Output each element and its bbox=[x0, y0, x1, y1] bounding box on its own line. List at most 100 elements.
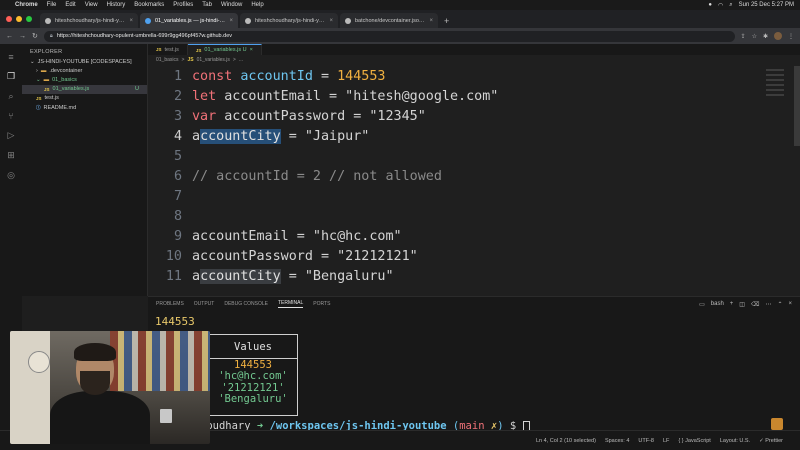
code-line[interactable]: 2 let accountEmail = "hitesh@google.com" bbox=[148, 86, 788, 106]
extensions-icon[interactable]: ⊞ bbox=[7, 150, 15, 161]
terminal-output-line: 144553 bbox=[155, 315, 195, 328]
back-icon[interactable]: ← bbox=[6, 33, 13, 40]
status-cursor-position[interactable]: Ln 4, Col 2 (10 selected) bbox=[536, 438, 596, 444]
workspace-root[interactable]: ⌄ JS-HINDI-YOUTUBE [CODESPACES] bbox=[22, 57, 147, 66]
menubar-status-area: ● ◠ ⌕ Sun 25 Dec 5:27 PM bbox=[708, 2, 794, 9]
tab-debug-console[interactable]: DEBUG CONSOLE bbox=[224, 301, 268, 307]
terminal-icon[interactable]: ▭ bbox=[699, 301, 705, 308]
bookmark-star-icon[interactable]: ☆ bbox=[752, 33, 757, 40]
status-prettier[interactable]: ✓ Prettier bbox=[759, 438, 783, 444]
wifi-icon[interactable]: ◠ bbox=[718, 2, 723, 9]
tab-ports[interactable]: PORTS bbox=[313, 301, 330, 307]
more-icon[interactable]: ⋯ bbox=[765, 301, 771, 308]
terminal[interactable]: 144553 Values 144553 'hc@hc.com' '212121… bbox=[148, 311, 800, 432]
explorer-item-01-basics[interactable]: ⌄ ▬ 01_basics bbox=[22, 75, 147, 84]
browser-tab[interactable]: batchone/devcontainer.json at × bbox=[340, 13, 438, 28]
macos-menubar: Chrome File Edit View History Bookmarks … bbox=[0, 0, 800, 10]
maximize-window-icon[interactable] bbox=[26, 16, 32, 22]
extensions-icon[interactable]: ✱ bbox=[763, 33, 768, 40]
menu-profiles[interactable]: Profiles bbox=[173, 2, 193, 8]
line-number: 4 bbox=[173, 128, 182, 144]
code-token: const bbox=[192, 68, 241, 84]
status-encoding[interactable]: UTF-8 bbox=[638, 438, 654, 444]
breadcrumb-item[interactable]: ... bbox=[239, 57, 243, 63]
explorer-item-label: test.js bbox=[44, 95, 59, 102]
menu-window[interactable]: Window bbox=[221, 2, 242, 8]
code-area[interactable]: 1 const accountId = 144553 2 let accountEma… bbox=[148, 66, 788, 296]
breadcrumb-item[interactable]: 01_variables.js bbox=[197, 57, 230, 63]
share-icon[interactable]: ⇪ bbox=[741, 33, 746, 40]
remote-explorer-icon[interactable]: ◎ bbox=[7, 170, 15, 181]
close-tab-icon[interactable]: × bbox=[229, 18, 233, 24]
search-icon[interactable]: ⌕ bbox=[729, 2, 732, 9]
menu-bookmarks[interactable]: Bookmarks bbox=[134, 2, 164, 8]
address-bar[interactable]: 🔒︎ https://hiteshchoudhary-opulent-umbre… bbox=[43, 30, 735, 42]
menu-edit[interactable]: Edit bbox=[65, 2, 75, 8]
menubar-app-name[interactable]: Chrome bbox=[15, 2, 38, 8]
search-icon[interactable]: ⌕ bbox=[8, 91, 13, 102]
maximize-panel-icon[interactable]: ⌃ bbox=[777, 301, 782, 308]
browser-toolbar: ← → ↻ 🔒︎ https://hiteshchoudhary-opulent… bbox=[0, 28, 800, 44]
menu-file[interactable]: File bbox=[47, 2, 57, 8]
minimize-window-icon[interactable] bbox=[16, 16, 22, 22]
close-tab-icon[interactable]: × bbox=[129, 18, 133, 24]
editor-tab-test-js[interactable]: JS test.js bbox=[148, 44, 188, 55]
tab-output[interactable]: OUTPUT bbox=[194, 301, 215, 307]
menu-help[interactable]: Help bbox=[251, 2, 263, 8]
menu-history[interactable]: History bbox=[107, 2, 126, 8]
forward-icon[interactable]: → bbox=[19, 33, 26, 40]
reload-icon[interactable]: ↻ bbox=[32, 32, 38, 40]
more-menu-icon[interactable]: ⋮ bbox=[788, 33, 794, 40]
menu-hamburger-icon[interactable]: ≡ bbox=[8, 52, 13, 62]
run-debug-icon[interactable]: ▷ bbox=[8, 130, 15, 141]
close-window-icon[interactable] bbox=[6, 16, 12, 22]
explorer-item-test-js[interactable]: JS test.js bbox=[22, 94, 147, 103]
explorer-item-readme[interactable]: ⓘ README.md bbox=[22, 103, 147, 112]
line-number: 6 bbox=[173, 168, 182, 184]
explorer-icon[interactable]: ❐ bbox=[7, 71, 15, 82]
explorer-item-devcontainer[interactable]: › ▬ .devcontainer bbox=[22, 66, 147, 75]
editor-scrollbar[interactable] bbox=[794, 66, 800, 296]
code-line[interactable]: 4 a ccountCity = "Jaipur" bbox=[148, 126, 788, 146]
code-line[interactable]: 8 bbox=[148, 206, 788, 226]
split-terminal-icon[interactable]: ◫ bbox=[739, 301, 745, 308]
menu-tab[interactable]: Tab bbox=[202, 2, 212, 8]
record-icon[interactable]: ● bbox=[708, 2, 712, 8]
console-table-cell: 'hc@hc.com' bbox=[218, 370, 288, 383]
close-panel-icon[interactable]: × bbox=[788, 301, 792, 307]
add-terminal-icon[interactable]: + bbox=[730, 301, 734, 307]
browser-tab[interactable]: hiteshchoudhary/js-hindi-youtu × bbox=[40, 13, 138, 28]
profile-avatar[interactable] bbox=[774, 32, 782, 40]
menubar-clock[interactable]: Sun 25 Dec 5:27 PM bbox=[739, 2, 794, 8]
code-line[interactable]: 9 accountEmail = "hc@hc.com" bbox=[148, 226, 788, 246]
close-tab-icon[interactable]: × bbox=[429, 18, 433, 24]
menu-view[interactable]: View bbox=[85, 2, 98, 8]
status-eol[interactable]: LF bbox=[663, 438, 669, 444]
status-keyboard-layout[interactable]: Layout: U.S. bbox=[720, 438, 750, 444]
minimap[interactable] bbox=[766, 66, 796, 296]
browser-tab[interactable]: hiteshchoudhary/js-hindi-youtu × bbox=[240, 13, 338, 28]
browser-tab-active[interactable]: 01_variables.js — js-hindi-you × bbox=[140, 13, 238, 28]
code-line[interactable]: 7 bbox=[148, 186, 788, 206]
source-control-icon[interactable]: ⑂ bbox=[8, 111, 13, 121]
trash-icon[interactable]: ⌫ bbox=[751, 301, 759, 308]
code-line[interactable]: 6 // accountId = 2 // not allowed bbox=[148, 166, 788, 186]
new-tab-icon[interactable]: + bbox=[440, 16, 453, 28]
close-tab-icon[interactable]: × bbox=[250, 47, 253, 53]
close-tab-icon[interactable]: × bbox=[329, 18, 333, 24]
lock-icon[interactable]: 🔒︎ bbox=[50, 33, 53, 40]
code-line[interactable]: 11 a ccountCity = "Bengaluru" bbox=[148, 266, 788, 286]
editor-tab-01-variables[interactable]: JS 01_variables.js U × bbox=[187, 44, 262, 55]
code-line[interactable]: 1 const accountId = 144553 bbox=[148, 66, 788, 86]
code-line[interactable]: 5 bbox=[148, 146, 788, 166]
status-language[interactable]: { } JavaScript bbox=[678, 438, 710, 444]
code-line[interactable]: 10 accountPassword = "21212121" bbox=[148, 246, 788, 266]
breadcrumb-item[interactable]: 01_basics bbox=[156, 57, 179, 63]
console-table: Values 144553 'hc@hc.com' '21212121' 'Be… bbox=[208, 334, 298, 416]
code-line[interactable]: 3 var accountPassword = "12345" bbox=[148, 106, 788, 126]
status-indentation[interactable]: Spaces: 4 bbox=[605, 438, 629, 444]
shell-name[interactable]: bash bbox=[711, 301, 724, 307]
explorer-item-01-variables[interactable]: JS 01_variables.js U bbox=[22, 84, 147, 94]
tab-problems[interactable]: PROBLEMS bbox=[156, 301, 184, 307]
tab-terminal[interactable]: TERMINAL bbox=[277, 300, 304, 308]
